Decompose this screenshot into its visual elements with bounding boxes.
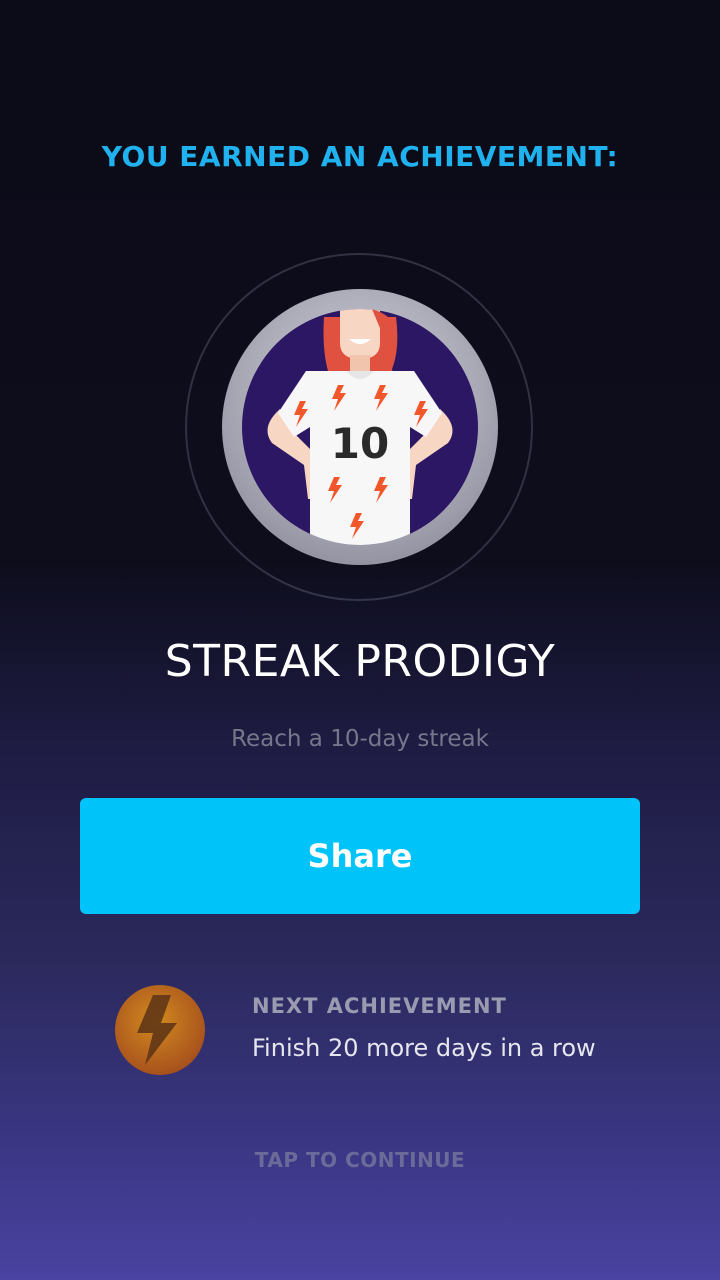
achievement-description: Reach a 10-day streak <box>231 726 489 752</box>
next-achievement-label: NEXT ACHIEVEMENT <box>252 994 507 1018</box>
achievement-title: STREAK PRODIGY <box>164 636 556 687</box>
share-button[interactable]: Share <box>80 798 640 914</box>
achievement-heading: YOU EARNED AN ACHIEVEMENT: <box>101 140 619 173</box>
jersey-number: 10 <box>330 419 390 468</box>
tap-to-continue[interactable]: TAP TO CONTINUE <box>0 1148 720 1172</box>
streak-badge-icon: 10 <box>242 309 478 545</box>
next-achievement-description: Finish 20 more days in a row <box>252 1034 596 1062</box>
lightning-badge-icon <box>115 985 205 1075</box>
